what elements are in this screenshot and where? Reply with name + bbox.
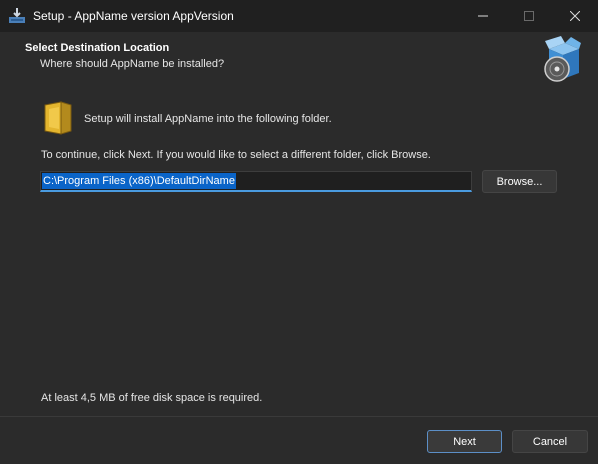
footer-divider [0, 416, 598, 417]
maximize-button[interactable] [506, 0, 552, 32]
maximize-icon [524, 11, 534, 21]
page-title: Select Destination Location [25, 42, 170, 54]
minimize-icon [478, 15, 488, 17]
cancel-button[interactable]: Cancel [512, 430, 588, 453]
close-icon [570, 11, 580, 21]
setup-app-icon [9, 8, 25, 23]
folder-icon [44, 101, 72, 135]
window-title: Setup - AppName version AppVersion [33, 9, 234, 23]
disk-space-note: At least 4,5 MB of free disk space is re… [41, 392, 263, 404]
wizard-client-area: Select Destination Location Where should… [0, 32, 598, 464]
install-box-icon [544, 36, 581, 82]
browse-button[interactable]: Browse... [482, 170, 557, 193]
title-bar: Setup - AppName version AppVersion [0, 0, 598, 32]
page-subtitle: Where should AppName be installed? [40, 58, 225, 70]
intro-text: Setup will install AppName into the foll… [84, 113, 332, 125]
minimize-button[interactable] [460, 0, 506, 32]
destination-folder-value[interactable]: C:\Program Files (x86)\DefaultDirName [42, 173, 236, 189]
continue-instructions: To continue, click Next. If you would li… [41, 149, 431, 161]
destination-folder-field[interactable]: C:\Program Files (x86)\DefaultDirName [40, 171, 472, 192]
next-button[interactable]: Next [427, 430, 502, 453]
wizard-header: Select Destination Location Where should… [0, 32, 598, 92]
close-button[interactable] [552, 0, 598, 32]
